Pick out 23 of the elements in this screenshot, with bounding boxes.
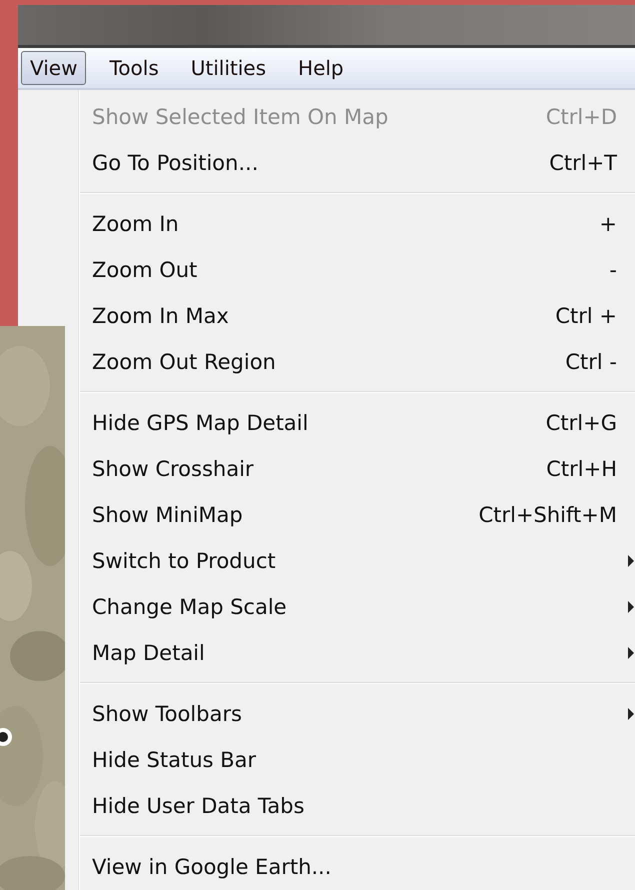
menu-item[interactable]: Hide GPS Map Detail Ctrl+G (80, 400, 635, 446)
menu-bar-item[interactable]: Utilities (182, 51, 276, 85)
menu-item[interactable]: Show Toolbars (80, 691, 635, 737)
menu-item[interactable]: Show MiniMap Ctrl+Shift+M (80, 492, 635, 538)
menu-item[interactable]: Show Crosshair Ctrl+H (80, 446, 635, 492)
submenu-arrow-icon (628, 555, 634, 567)
submenu-arrow-icon (628, 708, 634, 720)
menu-item[interactable]: Zoom Out - (80, 247, 635, 293)
menu-item[interactable]: Zoom Out Region Ctrl - (80, 339, 635, 385)
menu-bar-item[interactable]: View (21, 51, 86, 85)
submenu-arrow-icon (628, 647, 634, 659)
menu-item[interactable]: Zoom In + (80, 201, 635, 247)
menu-item[interactable]: Hide Status Bar (80, 737, 635, 783)
menu-item[interactable]: Go To Position... Ctrl+T (80, 140, 635, 186)
menu-item[interactable]: View in Google Earth... (80, 844, 635, 890)
menu-item[interactable]: Zoom In Max Ctrl + (80, 293, 635, 339)
menu-bar-item[interactable]: Help (289, 51, 353, 85)
menu-item[interactable]: Change Map Scale (80, 584, 635, 630)
menu-item[interactable]: Map Detail (80, 630, 635, 676)
menu-bar-item[interactable]: Tools (100, 51, 168, 85)
menu-item[interactable]: Switch to Product (80, 538, 635, 584)
submenu-arrow-icon (628, 601, 634, 613)
menu-item[interactable]: Hide User Data Tabs (80, 783, 635, 829)
